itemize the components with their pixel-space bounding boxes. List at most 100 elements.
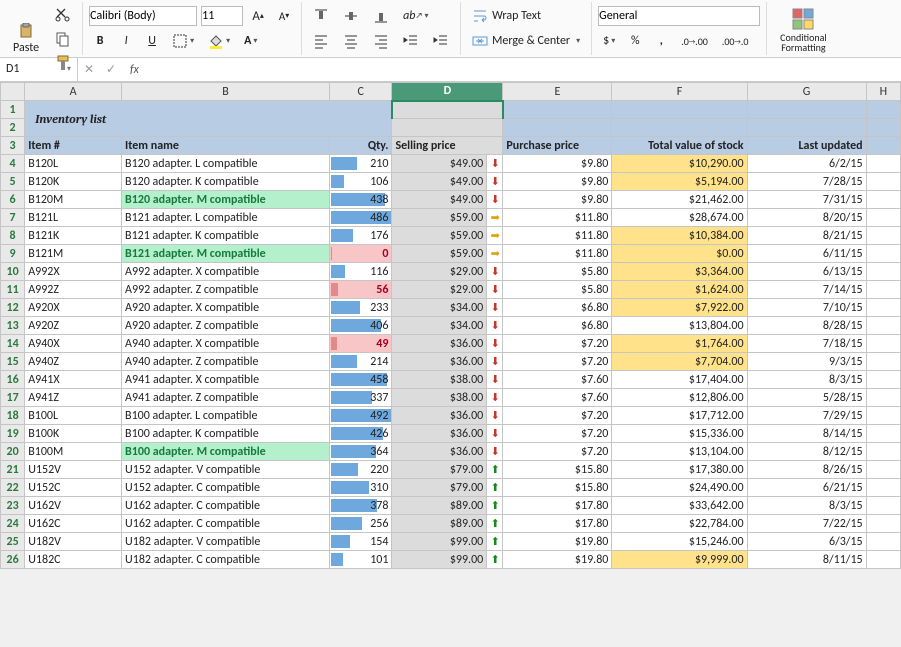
cell-purchase[interactable]: $9.80 — [503, 155, 612, 173]
select-all-corner[interactable] — [1, 83, 25, 101]
cell-qty[interactable]: 176 — [329, 227, 392, 245]
cell-total[interactable]: $3,364.00 — [612, 263, 747, 281]
cell-qty[interactable]: 49 — [329, 335, 392, 353]
cell-H[interactable] — [866, 263, 900, 281]
cell-qty[interactable]: 310 — [329, 479, 392, 497]
cell-E1[interactable] — [503, 101, 612, 119]
row-header-12[interactable]: 12 — [1, 299, 25, 317]
cell-F2[interactable] — [612, 119, 747, 137]
cell-item-name[interactable]: A920 adapter. X compatible — [122, 299, 330, 317]
cut-button[interactable] — [50, 4, 76, 26]
cell-purchase[interactable]: $7.60 — [503, 371, 612, 389]
col-header-B[interactable]: B — [122, 83, 330, 101]
col-header-G[interactable]: G — [747, 83, 866, 101]
cell-trend[interactable]: ⬇ — [487, 389, 503, 407]
cell-H[interactable] — [866, 353, 900, 371]
cell-updated[interactable]: 8/3/15 — [747, 371, 866, 389]
cell-item-no[interactable]: B121M — [25, 245, 122, 263]
cell-item-name[interactable]: B120 adapter. L compatible — [122, 155, 330, 173]
cell-H[interactable] — [866, 299, 900, 317]
conditional-formatting-button[interactable]: Conditional Formatting — [773, 4, 834, 56]
cell-total[interactable]: $7,704.00 — [612, 353, 747, 371]
border-button[interactable] — [167, 30, 199, 52]
cell-item-no[interactable]: A940X — [25, 335, 122, 353]
cell-total[interactable]: $9,999.00 — [612, 551, 747, 569]
cell-item-no[interactable]: B121L — [25, 209, 122, 227]
row-header-10[interactable]: 10 — [1, 263, 25, 281]
cell-G2[interactable] — [747, 119, 866, 137]
cell-item-name[interactable]: A941 adapter. X compatible — [122, 371, 330, 389]
cell-selling[interactable]: $34.00 — [392, 317, 487, 335]
cell-item-no[interactable]: U152V — [25, 461, 122, 479]
cell-H2[interactable] — [866, 119, 900, 137]
cell-updated[interactable]: 5/28/15 — [747, 389, 866, 407]
cell-updated[interactable]: 6/3/15 — [747, 533, 866, 551]
cell-purchase[interactable]: $6.80 — [503, 317, 612, 335]
cell-item-no[interactable]: A920X — [25, 299, 122, 317]
cell-trend[interactable]: ⬆ — [487, 497, 503, 515]
cell-total[interactable]: $17,712.00 — [612, 407, 747, 425]
cell-H[interactable] — [866, 461, 900, 479]
cell-item-name[interactable]: U152 adapter. C compatible — [122, 479, 330, 497]
cell-qty[interactable]: 56 — [329, 281, 392, 299]
cell-updated[interactable]: 8/28/15 — [747, 317, 866, 335]
cell-H[interactable] — [866, 155, 900, 173]
cell-trend[interactable]: ⬇ — [487, 155, 503, 173]
cell-item-name[interactable]: U152 adapter. V compatible — [122, 461, 330, 479]
col-header-D[interactable]: D — [392, 83, 503, 101]
cell-item-name[interactable]: U182 adapter. C compatible — [122, 551, 330, 569]
cell-item-no[interactable]: U162C — [25, 515, 122, 533]
cell-purchase[interactable]: $19.80 — [503, 533, 612, 551]
cell-trend[interactable]: ⬇ — [487, 371, 503, 389]
cell-selling[interactable]: $99.00 — [392, 551, 487, 569]
cell-purchase[interactable]: $7.60 — [503, 389, 612, 407]
increase-indent-button[interactable] — [428, 30, 454, 52]
cell-selling[interactable]: $29.00 — [392, 281, 487, 299]
row-header-6[interactable]: 6 — [1, 191, 25, 209]
row-header-8[interactable]: 8 — [1, 227, 25, 245]
cell-item-name[interactable]: A920 adapter. Z compatible — [122, 317, 330, 335]
cell-item-no[interactable]: B100K — [25, 425, 122, 443]
cell-purchase[interactable]: $7.20 — [503, 353, 612, 371]
cell-E2[interactable] — [503, 119, 612, 137]
cell-H[interactable] — [866, 515, 900, 533]
cell-updated[interactable]: 6/11/15 — [747, 245, 866, 263]
cell-selling[interactable]: $36.00 — [392, 443, 487, 461]
cell-item-name[interactable]: B100 adapter. M compatible — [122, 443, 330, 461]
increase-decimal-button[interactable]: .0→.00 — [676, 30, 713, 52]
font-size-select[interactable] — [201, 6, 243, 26]
cell-item-no[interactable]: U162V — [25, 497, 122, 515]
percent-button[interactable]: % — [624, 30, 646, 52]
cell-H[interactable] — [866, 533, 900, 551]
cell-purchase[interactable]: $19.80 — [503, 551, 612, 569]
spreadsheet-grid[interactable]: ABCDEFGH 1Inventory list23Item #Item nam… — [0, 82, 901, 569]
row-header-5[interactable]: 5 — [1, 173, 25, 191]
col-header-H[interactable]: H — [866, 83, 900, 101]
cell-item-name[interactable]: B120 adapter. M compatible — [122, 191, 330, 209]
cell-item-name[interactable]: U162 adapter. C compatible — [122, 497, 330, 515]
cell-total[interactable]: $1,624.00 — [612, 281, 747, 299]
row-header-24[interactable]: 24 — [1, 515, 25, 533]
row-header-23[interactable]: 23 — [1, 497, 25, 515]
cell-H[interactable] — [866, 209, 900, 227]
cell-total[interactable]: $1,764.00 — [612, 335, 747, 353]
cell-trend[interactable]: ⬆ — [487, 533, 503, 551]
cell-item-name[interactable]: U162 adapter. C compatible — [122, 515, 330, 533]
wrap-text-button[interactable]: Wrap Text — [467, 5, 546, 27]
cell-total[interactable]: $7,922.00 — [612, 299, 747, 317]
cell-total[interactable]: $21,462.00 — [612, 191, 747, 209]
row-header-25[interactable]: 25 — [1, 533, 25, 551]
underline-button[interactable]: U — [141, 30, 163, 52]
cell-updated[interactable]: 8/21/15 — [747, 227, 866, 245]
cell-total[interactable]: $33,642.00 — [612, 497, 747, 515]
increase-font-button[interactable]: A▴ — [247, 5, 269, 27]
cell-item-no[interactable]: B120K — [25, 173, 122, 191]
cell-updated[interactable]: 9/3/15 — [747, 353, 866, 371]
cell-trend[interactable]: ➡ — [487, 209, 503, 227]
cell-item-name[interactable]: B120 adapter. K compatible — [122, 173, 330, 191]
cell-total[interactable]: $15,246.00 — [612, 533, 747, 551]
cell-G1[interactable] — [747, 101, 866, 119]
cell-H[interactable] — [866, 281, 900, 299]
comma-button[interactable]: , — [650, 30, 672, 52]
row-header-7[interactable]: 7 — [1, 209, 25, 227]
